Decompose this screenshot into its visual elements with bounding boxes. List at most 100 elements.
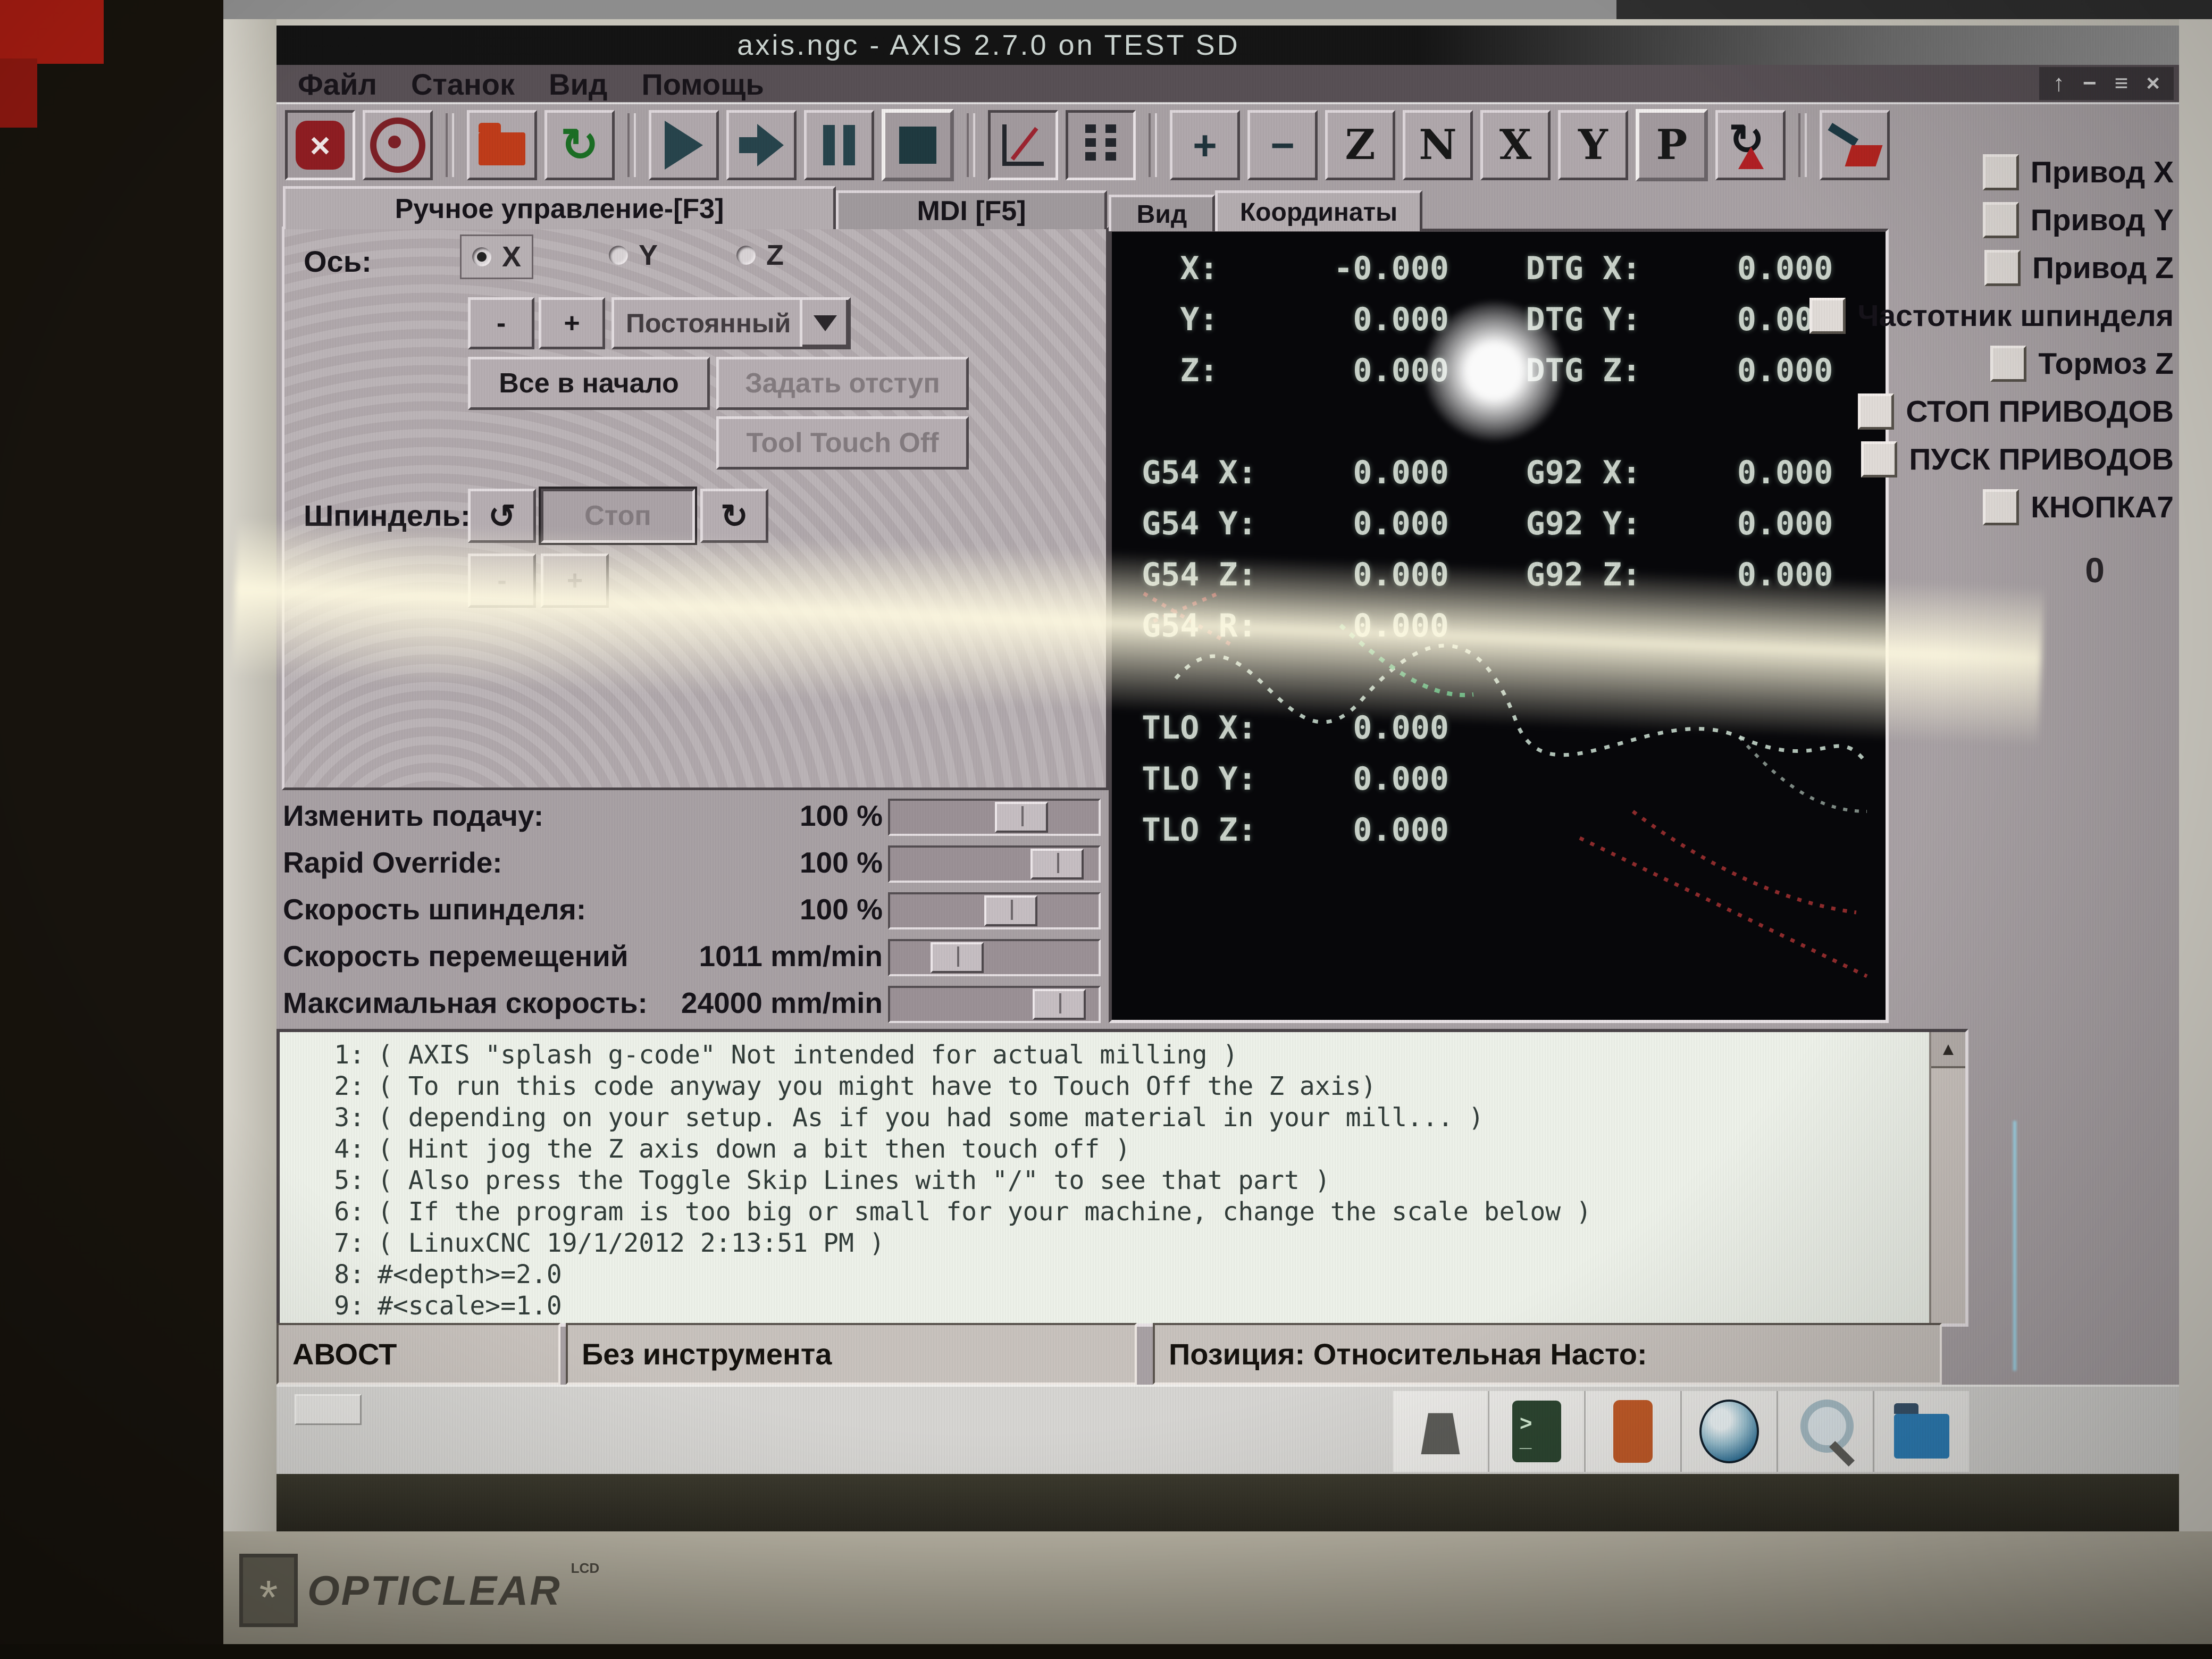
taskbar-browser-launcher[interactable]	[1680, 1391, 1777, 1472]
shade-button[interactable]: ↑	[2053, 70, 2065, 97]
checkbox-row: Привод Y	[1983, 202, 2174, 238]
toggle-skip-lines-button[interactable]	[1066, 110, 1136, 180]
view-x-button[interactable]: X	[1480, 110, 1551, 180]
slider-handle[interactable]	[931, 942, 984, 973]
spindle-ccw-button[interactable]: ↺	[468, 489, 536, 543]
spindle-cw-icon: ↻	[720, 497, 748, 535]
jog-plus-button[interactable]: +	[539, 297, 605, 349]
taskbar-cnc-machine-launcher[interactable]	[1393, 1391, 1488, 1472]
toolbar-separator	[627, 113, 636, 177]
brake-z-checkbox[interactable]	[1990, 346, 2026, 382]
dro-line	[1142, 658, 1833, 709]
home-all-button[interactable]: Все в начало	[468, 357, 710, 410]
gcode-listing[interactable]: 1:( AXIS "splash g-code" Not intended fo…	[276, 1029, 1968, 1327]
drive-y-checkbox[interactable]	[1983, 202, 2019, 238]
spindle-vfd-checkbox[interactable]	[1809, 298, 1846, 334]
rotate-view-button[interactable]: ↻	[1715, 110, 1786, 180]
menu-view[interactable]: Вид	[549, 67, 607, 102]
max-velocity-value: 24000 mm/min	[681, 986, 883, 1020]
gcode-line: 7:( LinuxCNC 19/1/2012 2:13:51 PM )	[285, 1228, 1923, 1259]
taskbar-terminal-launcher[interactable]: >_	[1488, 1391, 1584, 1472]
taskbar-search-launcher[interactable]	[1777, 1391, 1873, 1472]
iconify-button[interactable]: −	[2083, 70, 2097, 97]
button7-checkbox[interactable]	[1983, 489, 2019, 525]
run-program-button[interactable]	[649, 110, 719, 180]
gcode-line: 4:( Hint jog the Z axis down a bit then …	[285, 1134, 1923, 1165]
toggle-plot-button[interactable]	[988, 110, 1058, 180]
spindle-stop-button[interactable]: Стоп	[541, 489, 695, 543]
spindle-override-label: Скорость шпинделя:	[283, 892, 586, 926]
dro-display[interactable]: X: -0.000 DTG X: 0.000 Y: 0.000 DTG Y: 0…	[1109, 229, 1889, 1023]
max-velocity-slider[interactable]	[888, 986, 1101, 1023]
taskbar-button[interactable]	[295, 1394, 362, 1425]
scroll-up-icon[interactable]: ▲	[1931, 1032, 1965, 1068]
folder-icon	[1894, 1414, 1949, 1459]
taskbar-editor-launcher[interactable]	[1584, 1391, 1680, 1472]
view-perspective-button[interactable]: P	[1636, 109, 1708, 181]
checkbox-row: КНОПКА7	[1983, 489, 2174, 525]
toolbar-separator	[1798, 113, 1807, 177]
status-position-mode: Позиция: Относительная Насто:	[1153, 1323, 1942, 1385]
feed-override-value: 100 %	[800, 799, 883, 833]
gcode-scrollbar[interactable]: ▲	[1929, 1032, 1965, 1323]
io-panel: Привод X Привод Y Привод Z Частотник шпи…	[1866, 154, 2174, 590]
slider-handle[interactable]	[1033, 989, 1086, 1020]
axis-radio-x[interactable]: X	[460, 234, 533, 279]
zoom-out-button[interactable]: −	[1247, 110, 1318, 180]
spindle-plus-button[interactable]: +	[541, 554, 609, 608]
rapid-override-slider[interactable]	[888, 845, 1101, 883]
dro-line: G54 R: 0.000	[1142, 607, 1833, 658]
slider-handle[interactable]	[984, 895, 1037, 926]
jog-speed-label: Скорость перемещений	[283, 939, 629, 973]
reload-button[interactable]: ↻	[544, 110, 615, 180]
menu-help[interactable]: Помощь	[641, 67, 764, 102]
menu-machine[interactable]: Станок	[411, 67, 515, 102]
spindle-cw-button[interactable]: ↻	[700, 489, 768, 543]
touch-off-button[interactable]: Задать отступ	[716, 357, 969, 410]
maximize-button[interactable]: ≡	[2115, 70, 2129, 97]
stop-drives-checkbox[interactable]	[1858, 393, 1894, 430]
drive-z-checkbox[interactable]	[1984, 250, 2021, 286]
spindle-minus-button[interactable]: -	[468, 554, 536, 608]
tab-mdi[interactable]: MDI [F5]	[836, 190, 1107, 229]
menu-file[interactable]: Файл	[298, 67, 377, 102]
tab-dro[interactable]: Координаты	[1215, 190, 1422, 231]
jog-speed-row: Скорость перемещений 1011 mm/min	[276, 936, 1106, 978]
gcode-line: 6:( If the program is too big or small f…	[285, 1196, 1923, 1228]
globe-icon	[1699, 1400, 1759, 1463]
toolbar: × ↻	[285, 105, 1890, 185]
tool-touch-off-button[interactable]: Tool Touch Off	[716, 416, 969, 470]
view-y-button[interactable]: Y	[1558, 110, 1628, 180]
jog-speed-slider[interactable]	[888, 939, 1101, 976]
view-z-button[interactable]: Z	[1325, 110, 1395, 180]
jog-increment-dropdown[interactable]: Постоянный	[611, 297, 851, 349]
estop-button[interactable]: ×	[285, 110, 355, 180]
spindle-override-slider[interactable]	[888, 892, 1101, 929]
slider-handle[interactable]	[1030, 849, 1084, 879]
gcode-line: 9:#<scale>=1.0	[285, 1291, 1923, 1322]
axis-radio-y[interactable]: Y	[598, 234, 668, 276]
view-z-rotated-button[interactable]: N	[1403, 110, 1473, 180]
view-perspective-icon: P	[1656, 124, 1688, 166]
slider-handle[interactable]	[995, 802, 1048, 833]
background-red-object	[0, 58, 37, 128]
tab-manual-control[interactable]: Ручное управление-[F3]	[283, 186, 836, 229]
jog-minus-button[interactable]: -	[468, 297, 534, 349]
taskbar-folder-launcher[interactable]	[1873, 1391, 1969, 1472]
magnifier-icon	[1796, 1400, 1855, 1463]
view-z-rotated-icon: N	[1419, 124, 1456, 166]
zoom-in-icon: +	[1193, 124, 1217, 166]
start-drives-checkbox[interactable]	[1861, 441, 1897, 477]
open-file-button[interactable]	[467, 110, 537, 180]
pause-button[interactable]	[804, 110, 874, 180]
axis-radio-z[interactable]: Z	[726, 234, 794, 276]
feed-override-slider[interactable]	[888, 799, 1101, 836]
zoom-in-button[interactable]: +	[1170, 110, 1240, 180]
machine-power-button[interactable]	[363, 110, 433, 180]
stop-button[interactable]	[882, 109, 954, 181]
drive-x-checkbox[interactable]	[1983, 154, 2019, 190]
tab-preview[interactable]: Вид	[1109, 195, 1215, 231]
estop-icon: ×	[296, 121, 345, 170]
run-step-button[interactable]	[726, 110, 797, 180]
close-button[interactable]: ×	[2146, 70, 2160, 97]
